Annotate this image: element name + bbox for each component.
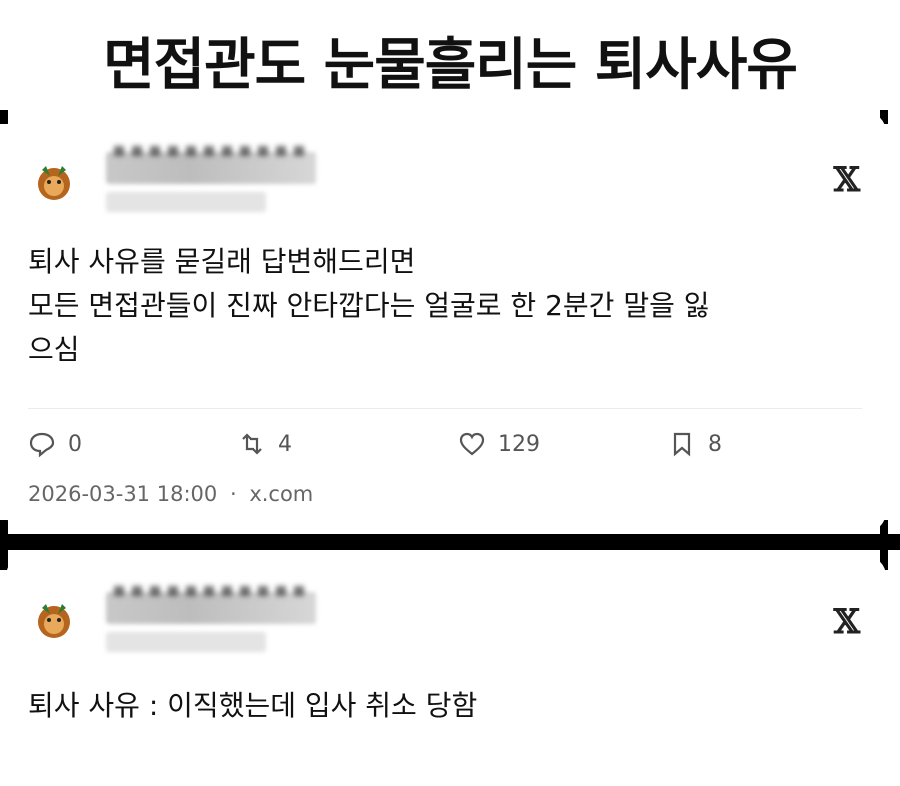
timestamp: 2026-03-31 18:00 [28, 482, 218, 506]
post-text-line: 으심 [28, 333, 80, 366]
post-meta: 2026-03-31 18:00 · x.com [28, 482, 319, 506]
like-count: 129 [498, 431, 540, 457]
repost-button[interactable]: 4 [238, 430, 292, 458]
author-name-redacted [106, 152, 316, 184]
frame-corner-left [0, 110, 8, 124]
repost-count: 4 [278, 431, 292, 457]
x-logo-icon[interactable]: 𝕏 [834, 602, 860, 642]
post-text: 퇴사 사유 : 이직했는데 입사 취소 당함 [28, 684, 866, 728]
author-name-redacted [106, 592, 316, 624]
author-handle-redacted [106, 632, 266, 652]
post-text-line: 퇴사 사유를 묻길래 답변해드리면 [28, 245, 416, 278]
bookmark-button[interactable]: 8 [668, 430, 722, 458]
post-text: 퇴사 사유를 묻길래 답변해드리면 모든 면접관들이 진짜 안타깝다는 얼굴로 … [28, 240, 866, 372]
page-title: 면접관도 눈물흘리는 퇴사사유 [103, 33, 798, 98]
meta-separator: · [229, 482, 237, 506]
avatar-character-icon [38, 604, 70, 638]
reply-button[interactable]: 0 [28, 430, 82, 458]
avatar[interactable] [28, 156, 80, 208]
avatar-character-icon [38, 166, 70, 200]
post-text-line: 퇴사 사유 : 이직했는데 입사 취소 당함 [28, 689, 478, 722]
post-card[interactable]: 𝕏 퇴사 사유를 묻길래 답변해드리면 모든 면접관들이 진짜 안타깝다는 얼굴… [6, 112, 886, 532]
bookmark-icon [673, 432, 691, 457]
reply-icon [29, 432, 55, 458]
source-link[interactable]: x.com [249, 482, 313, 506]
avatar[interactable] [28, 594, 80, 646]
heart-icon [459, 432, 485, 456]
post-text-line: 모든 면접관들이 진짜 안타깝다는 얼굴로 한 2분간 말을 잃 [28, 289, 710, 322]
like-button[interactable]: 129 [458, 430, 540, 458]
divider-line [28, 408, 862, 409]
x-logo-icon[interactable]: 𝕏 [834, 160, 860, 200]
section-divider [0, 534, 900, 550]
author-handle-redacted [106, 192, 266, 212]
reply-count: 0 [68, 431, 82, 457]
bookmark-count: 8 [708, 431, 722, 457]
post-card[interactable]: 𝕏 퇴사 사유 : 이직했는데 입사 취소 당함 [6, 556, 886, 786]
action-bar: 0 4 129 8 [28, 430, 848, 466]
repost-icon [242, 433, 262, 455]
